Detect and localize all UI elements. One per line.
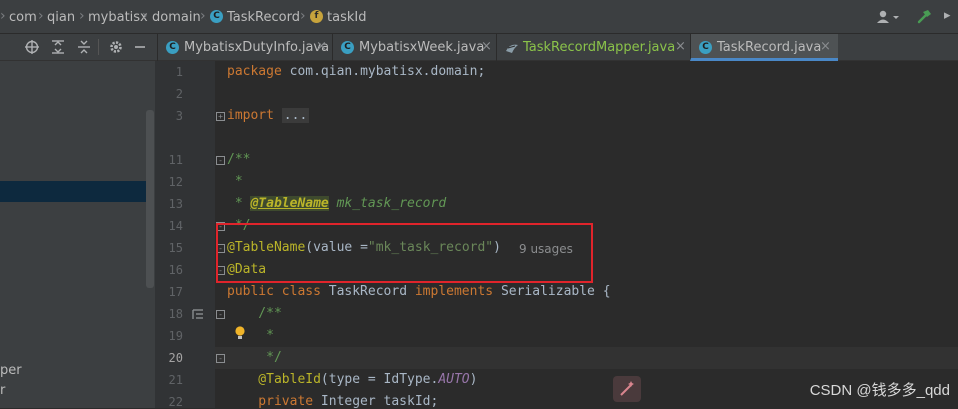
implementation-marker-icon[interactable] (192, 308, 204, 320)
code-token: ) (469, 372, 478, 387)
line-number: 21 (168, 373, 183, 387)
code-line[interactable]: * @TableName mk_task_record (227, 196, 446, 211)
code-line[interactable]: * (227, 174, 243, 189)
hide-panel-icon[interactable] (134, 41, 146, 53)
magic-wand-icon (620, 381, 634, 396)
code-token: Integer taskId; (313, 394, 439, 409)
tab-task-record-mapper[interactable]: TaskRecordMapper.java × (496, 34, 690, 61)
breadcrumb-chevron-icon: › (79, 8, 85, 24)
class-icon: C (699, 41, 712, 54)
scrollbar-thumb[interactable] (146, 110, 154, 288)
code-token: * (227, 196, 251, 211)
line-number: 15 (168, 241, 183, 255)
collapse-all-icon[interactable] (76, 39, 92, 55)
breadcrumb-item-mybatisx[interactable]: mybatisx (88, 10, 148, 25)
tree-item-label[interactable]: r (0, 383, 5, 398)
folded-imports[interactable]: ... (281, 108, 310, 123)
line-number: 18 (168, 307, 183, 321)
more-icon[interactable]: ▸ (944, 8, 951, 23)
code-line[interactable]: public class TaskRecord implements Seria… (227, 284, 611, 299)
tab-mybatisx-week[interactable]: C MybatisxWeek.java × (332, 34, 496, 61)
fold-toggle-icon[interactable]: - (216, 310, 225, 319)
ai-assistant-button[interactable] (613, 376, 641, 402)
code-token: import (227, 108, 274, 123)
line-number: 17 (168, 285, 183, 299)
breadcrumb-item-taskid[interactable]: taskId (327, 10, 366, 25)
fold-toggle-icon[interactable]: - (216, 156, 225, 165)
highlight-annotation-box (216, 223, 593, 283)
navigation-bar: › com › qian › mybatisx › domain › C Tas… (0, 0, 958, 34)
build-hammer-icon[interactable] (916, 9, 932, 25)
code-token: AUTO (438, 372, 470, 387)
close-icon[interactable]: × (820, 39, 831, 54)
code-token: @TableName (250, 196, 329, 211)
project-panel: per r (0, 61, 155, 408)
code-token: (type = IdType. (320, 372, 439, 387)
code-token: @TableId (227, 372, 321, 387)
code-token: private (227, 394, 314, 409)
breadcrumb-item-taskrecord[interactable]: TaskRecord (227, 10, 300, 25)
line-number: 13 (168, 197, 183, 211)
tab-label: MybatisxDutyInfo.java (184, 40, 330, 55)
gear-icon[interactable] (108, 39, 124, 55)
class-icon: C (341, 41, 354, 54)
code-line[interactable]: * (227, 328, 274, 343)
breadcrumb-item-domain[interactable]: domain (152, 10, 201, 25)
tab-mybatisx-duty-info[interactable]: C MybatisxDutyInfo.java × (157, 34, 332, 61)
close-icon[interactable]: × (481, 39, 492, 54)
code-line[interactable]: @TableId(type = IdType.AUTO) (227, 372, 477, 387)
code-token: implements (414, 284, 494, 299)
code-token: Serializable { (493, 284, 611, 299)
line-number: 19 (168, 329, 183, 343)
class-icon: C (166, 41, 179, 54)
code-token: public class (227, 284, 321, 299)
line-number: 12 (168, 175, 183, 189)
tab-task-record[interactable]: C TaskRecord.java × (690, 34, 838, 61)
breadcrumb-chevron-icon: › (200, 8, 206, 24)
breadcrumb-chevron-icon: › (0, 8, 6, 24)
code-line[interactable]: */ (227, 350, 282, 365)
tab-label: MybatisxWeek.java (359, 40, 485, 55)
code-line[interactable]: import ... (227, 108, 310, 123)
line-number: 2 (175, 87, 183, 101)
expand-all-icon[interactable] (50, 39, 66, 55)
breadcrumb-item-com[interactable]: com (9, 10, 37, 25)
fold-toggle-icon[interactable]: - (216, 354, 225, 363)
user-account-icon[interactable] (877, 10, 901, 24)
breadcrumb-item-qian[interactable]: qian (47, 10, 75, 25)
selected-tree-row[interactable] (0, 181, 148, 202)
close-icon[interactable]: × (675, 39, 686, 54)
code-token: mk_task_record (328, 196, 447, 211)
field-icon: f (310, 10, 323, 23)
watermark-text: CSDN @钱多多_qdd (809, 382, 950, 399)
mapper-bird-icon (506, 44, 518, 53)
line-number: 11 (168, 153, 183, 167)
code-line[interactable]: private Integer taskId; (227, 394, 438, 409)
tree-item-label[interactable]: per (0, 363, 22, 378)
class-icon: C (210, 10, 223, 23)
tab-label: TaskRecord.java (717, 40, 822, 55)
breadcrumb-chevron-icon: › (300, 8, 306, 24)
code-token: TaskRecord (320, 284, 415, 299)
tab-label: TaskRecordMapper.java (523, 40, 676, 55)
line-number: 20 (168, 351, 183, 365)
line-number: 3 (175, 109, 183, 123)
line-number: 22 (168, 395, 183, 409)
toolbar-divider (98, 39, 99, 55)
line-number: 14 (168, 219, 183, 233)
close-icon[interactable]: × (316, 39, 327, 54)
code-token: com.qian.mybatisx.domain; (281, 64, 486, 79)
code-line[interactable]: /** (227, 152, 250, 167)
code-line[interactable]: /** (227, 306, 282, 321)
line-number: 16 (168, 263, 183, 277)
current-line-highlight (215, 347, 958, 369)
breadcrumb-chevron-icon: › (142, 8, 148, 24)
code-token: package (227, 64, 282, 79)
fold-toggle-icon[interactable]: + (216, 112, 225, 121)
code-line[interactable]: package com.qian.mybatisx.domain; (227, 64, 485, 79)
locate-crosshair-icon[interactable] (24, 39, 40, 55)
line-number: 1 (175, 65, 183, 79)
breadcrumb-chevron-icon: › (38, 8, 44, 24)
